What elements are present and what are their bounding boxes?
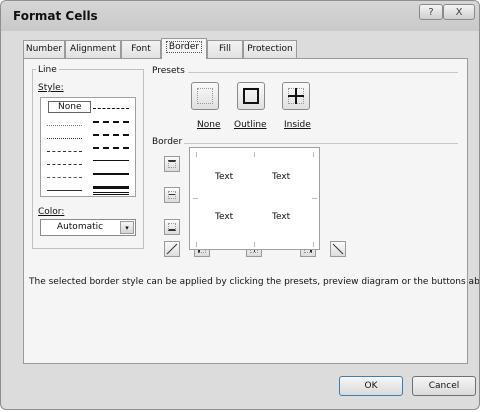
- middle-horizontal-border-button[interactable]: [164, 187, 180, 203]
- border-inside-horizontal-icon: [168, 191, 176, 199]
- preview-text: Text: [272, 172, 291, 182]
- border-separator: [184, 143, 458, 144]
- top-border-button[interactable]: [164, 156, 180, 172]
- tab-border[interactable]: Border: [161, 38, 207, 59]
- tab-border-label: Border: [165, 41, 203, 53]
- close-button[interactable]: X: [443, 4, 475, 20]
- preview-text: Text: [272, 212, 291, 222]
- preset-outline-icon: [243, 88, 259, 104]
- cancel-button[interactable]: Cancel: [412, 376, 476, 396]
- diagonal-down-icon: [332, 243, 344, 255]
- tab-fill[interactable]: Fill: [207, 40, 243, 58]
- tab-font[interactable]: Font: [121, 40, 161, 58]
- preview-corner-mark: [196, 242, 197, 247]
- format-cells-dialog: Format Cells ? X Number Alignment Font B…: [0, 0, 480, 410]
- line-style-double[interactable]: [93, 192, 129, 195]
- preset-none-button[interactable]: [191, 82, 219, 110]
- preset-outline-label: Outline: [234, 120, 267, 130]
- help-button[interactable]: ?: [419, 4, 443, 20]
- presets-separator: [188, 72, 458, 73]
- dropdown-arrow-icon[interactable]: ▾: [120, 221, 134, 234]
- preset-none-icon: [197, 88, 213, 104]
- color-value: Automatic: [56, 222, 104, 232]
- title-bar: Format Cells ? X: [1, 1, 479, 31]
- preset-outline-button[interactable]: [237, 82, 265, 110]
- bottom-border-button[interactable]: [164, 219, 180, 235]
- line-style-thick[interactable]: [93, 186, 129, 189]
- preset-inside-label: Inside: [284, 120, 311, 130]
- line-style-dotted[interactable]: [47, 138, 82, 139]
- border-bottom-icon: [168, 223, 176, 231]
- preset-inside-icon: [288, 88, 304, 104]
- preset-none-label: None: [197, 120, 221, 130]
- border-preview-diagram[interactable]: Text Text Text Text: [189, 147, 320, 250]
- tab-alignment[interactable]: Alignment: [65, 40, 121, 58]
- line-style-dashed[interactable]: [47, 177, 82, 178]
- preview-corner-mark: [312, 198, 317, 199]
- tab-protection[interactable]: Protection: [243, 40, 297, 58]
- diagonal-up-icon: [166, 243, 178, 255]
- description-text: The selected border style can be applied…: [29, 277, 480, 287]
- diagonal-down-border-button[interactable]: [330, 241, 346, 257]
- line-style-solid[interactable]: [93, 160, 129, 161]
- preview-corner-mark: [254, 152, 255, 157]
- preview-corner-mark: [313, 242, 314, 247]
- line-style-medium-dash-dot[interactable]: [93, 134, 129, 136]
- color-label: Color:: [38, 207, 65, 217]
- preview-corner-mark: [254, 242, 255, 247]
- tab-number[interactable]: Number: [23, 40, 65, 58]
- dialog-title: Format Cells: [13, 9, 98, 23]
- preview-text: Text: [215, 212, 234, 222]
- ok-button[interactable]: OK: [339, 376, 403, 396]
- line-style-dash-dot-dot[interactable]: [47, 151, 82, 152]
- line-style-hair[interactable]: [47, 125, 82, 126]
- preview-corner-mark: [313, 152, 314, 157]
- line-group-label: Line: [36, 65, 59, 75]
- line-style-slant-dash-dot[interactable]: [93, 121, 129, 123]
- line-style-medium-dashed[interactable]: [93, 147, 129, 149]
- diagonal-up-border-button[interactable]: [164, 241, 180, 257]
- preview-corner-mark: [196, 152, 197, 157]
- style-label: Style:: [38, 83, 64, 93]
- preview-text: Text: [215, 172, 234, 182]
- line-style-thin[interactable]: [47, 190, 82, 191]
- preview-corner-mark: [193, 198, 198, 199]
- presets-label: Presets: [152, 66, 185, 76]
- color-dropdown[interactable]: Automatic ▾: [40, 219, 136, 236]
- preset-inside-button[interactable]: [282, 82, 310, 110]
- line-style-list[interactable]: None: [40, 97, 136, 197]
- line-style-dash-dot[interactable]: [47, 164, 82, 165]
- line-style-medium-dash-dot-dot[interactable]: [93, 108, 129, 109]
- border-top-icon: [168, 160, 176, 168]
- line-style-none[interactable]: None: [48, 101, 92, 113]
- border-label: Border: [152, 137, 183, 147]
- line-style-medium[interactable]: [93, 173, 129, 175]
